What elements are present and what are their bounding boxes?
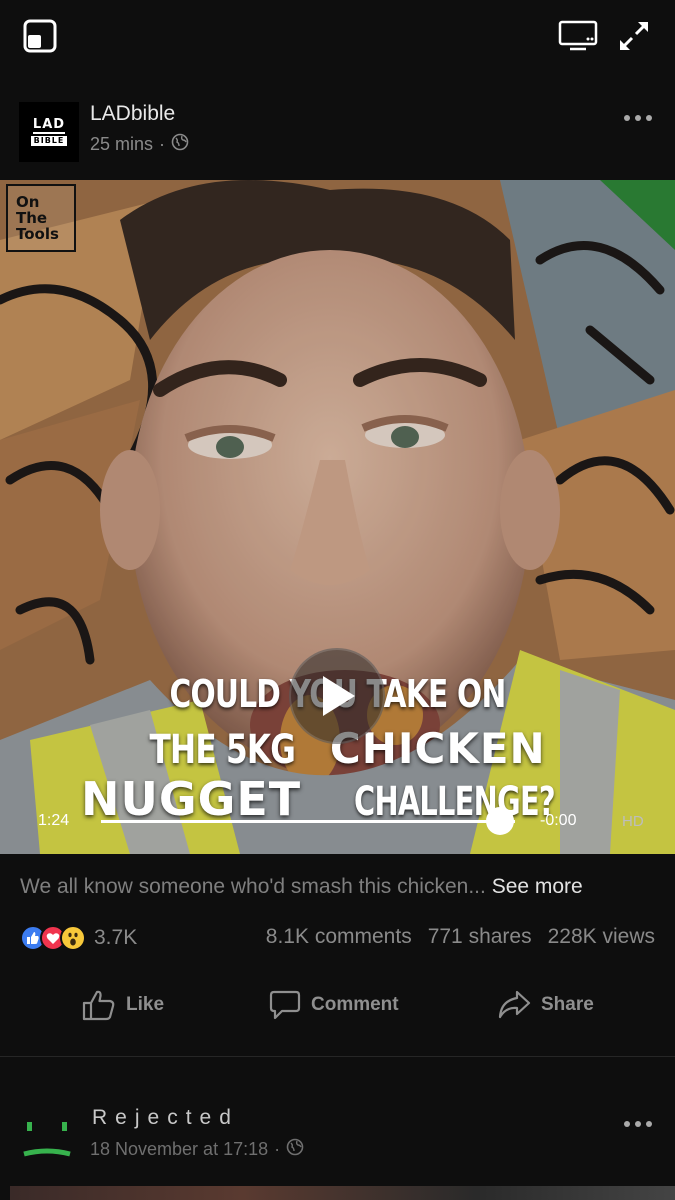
rejected-avatar[interactable] [20, 1108, 74, 1162]
post-stats: 8.1K comments 771 shares 228K views [266, 925, 655, 949]
next-post-meta: 18 November at 17:18 · [90, 1138, 304, 1161]
wow-reaction-icon [60, 925, 86, 951]
next-post-header: Rejected 18 November at 17:18 · [0, 1096, 675, 1200]
see-more-link[interactable]: See more [492, 875, 583, 898]
shares-count[interactable]: 771 shares [428, 925, 532, 949]
post-meta: 25 mins · [90, 133, 189, 156]
description-text: We all know someone who'd smash this chi… [20, 875, 486, 898]
current-time: 1:24 [38, 812, 70, 829]
feed-divider [0, 1056, 675, 1057]
next-post-options-icon[interactable] [620, 1112, 656, 1136]
play-button[interactable] [289, 648, 385, 744]
progress-track[interactable] [101, 820, 515, 823]
video-player[interactable]: OnTheTools COULD YOU TAKE ON THE 5KG CHI… [0, 180, 675, 854]
caption-line-3-big: NUGGET [80, 772, 302, 826]
meta-dot: · [159, 134, 166, 154]
play-icon [323, 676, 355, 716]
reactions-summary[interactable]: 3.7K [20, 922, 137, 954]
page-avatar[interactable]: LAD BIBLE [19, 102, 79, 162]
views-count[interactable]: 228K views [548, 925, 655, 949]
caption-line-3-thin: CHALLENGE? [354, 779, 556, 825]
post-time[interactable]: 25 mins [90, 134, 153, 155]
page-name[interactable]: LADbible [90, 102, 175, 126]
picture-in-picture-icon[interactable] [20, 16, 60, 56]
on-the-tools-badge: On The Tools [6, 184, 76, 252]
like-button[interactable]: Like [82, 975, 164, 1035]
thumbs-up-icon [82, 990, 115, 1021]
post-options-icon[interactable] [620, 106, 656, 130]
reactions-count: 3.7K [94, 926, 138, 949]
hd-toggle[interactable]: HD [622, 813, 644, 830]
share-button[interactable]: Share [497, 975, 594, 1035]
next-post-time[interactable]: 18 November at 17:18 [90, 1139, 268, 1160]
remaining-time: -0:00 [540, 812, 577, 829]
share-label: Share [541, 994, 594, 1015]
next-post-author[interactable]: Rejected [92, 1106, 239, 1130]
progress-scrubber[interactable] [486, 807, 515, 835]
post-description: We all know someone who'd smash this chi… [20, 875, 583, 899]
post-actions: Like Comment Share [0, 975, 675, 1035]
avatar-text-top: LAD [32, 117, 66, 134]
next-meta-dot: · [274, 1139, 281, 1159]
comment-bubble-icon [269, 990, 301, 1020]
video-top-bar [0, 0, 675, 72]
share-arrow-icon [498, 990, 531, 1019]
cast-icon[interactable] [558, 16, 598, 56]
caption-line-2-thin: THE 5KG [149, 727, 296, 773]
avatar-text-bottom: BIBLE [30, 136, 68, 146]
comment-button[interactable]: Comment [269, 975, 399, 1035]
like-label: Like [126, 994, 165, 1015]
fullscreen-icon[interactable] [614, 16, 654, 56]
next-post-media-preview[interactable] [10, 1186, 675, 1200]
comment-label: Comment [311, 994, 399, 1015]
globe-icon [171, 133, 189, 156]
comments-count[interactable]: 8.1K comments [266, 925, 412, 949]
post-header: LAD BIBLE LADbible 25 mins · [0, 92, 675, 170]
globe-icon [286, 1138, 304, 1161]
